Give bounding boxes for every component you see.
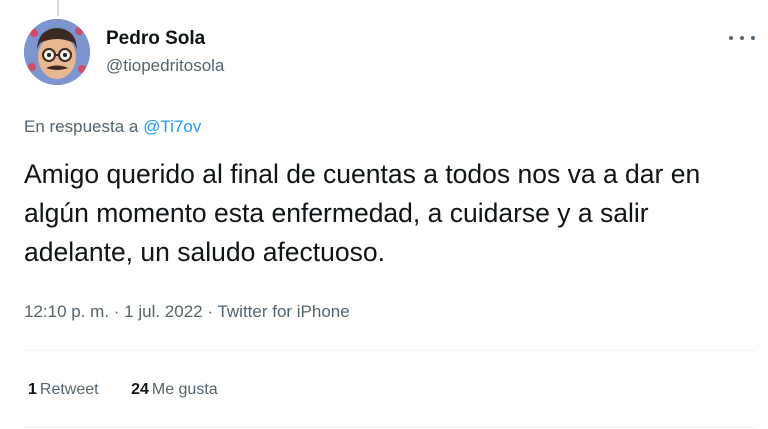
likes-stat[interactable]: 24 Me gusta: [131, 381, 218, 398]
more-dot: [729, 36, 733, 40]
more-dot: [751, 36, 755, 40]
divider: [24, 350, 755, 351]
more-dot: [740, 36, 744, 40]
author-handle[interactable]: @tiopedritosola: [106, 56, 224, 76]
tweet-source[interactable]: Twitter for iPhone: [217, 302, 349, 321]
divider: [24, 427, 755, 428]
tweet-text: Amigo querido al final de cuentas a todo…: [24, 159, 701, 267]
avatar[interactable]: [24, 19, 90, 85]
thread-line: [57, 0, 59, 16]
tweet-date[interactable]: 1 jul. 2022: [124, 302, 202, 321]
avatar-face-icon: [24, 19, 90, 85]
engagement-stats: 1 Retweet 24 Me gusta: [28, 381, 246, 399]
tweet-metadata: 12:10 p. m. · 1 jul. 2022 · Twitter for …: [24, 302, 350, 322]
reply-context: En respuesta a @Ti7ov: [24, 117, 201, 137]
more-options-icon[interactable]: [729, 30, 755, 46]
likes-label: Me gusta: [151, 381, 218, 398]
reply-prefix: En respuesta a: [24, 117, 144, 136]
retweets-count: 1: [28, 381, 37, 398]
separator: ·: [202, 302, 218, 321]
reply-to-link[interactable]: @Ti7ov: [143, 117, 201, 136]
author-name[interactable]: Pedro Sola: [106, 28, 205, 50]
likes-count: 24: [131, 381, 149, 398]
retweets-stat[interactable]: 1 Retweet: [28, 381, 99, 398]
tweet-time[interactable]: 12:10 p. m.: [24, 302, 109, 321]
retweets-label: Retweet: [39, 381, 99, 398]
separator: ·: [109, 302, 125, 321]
